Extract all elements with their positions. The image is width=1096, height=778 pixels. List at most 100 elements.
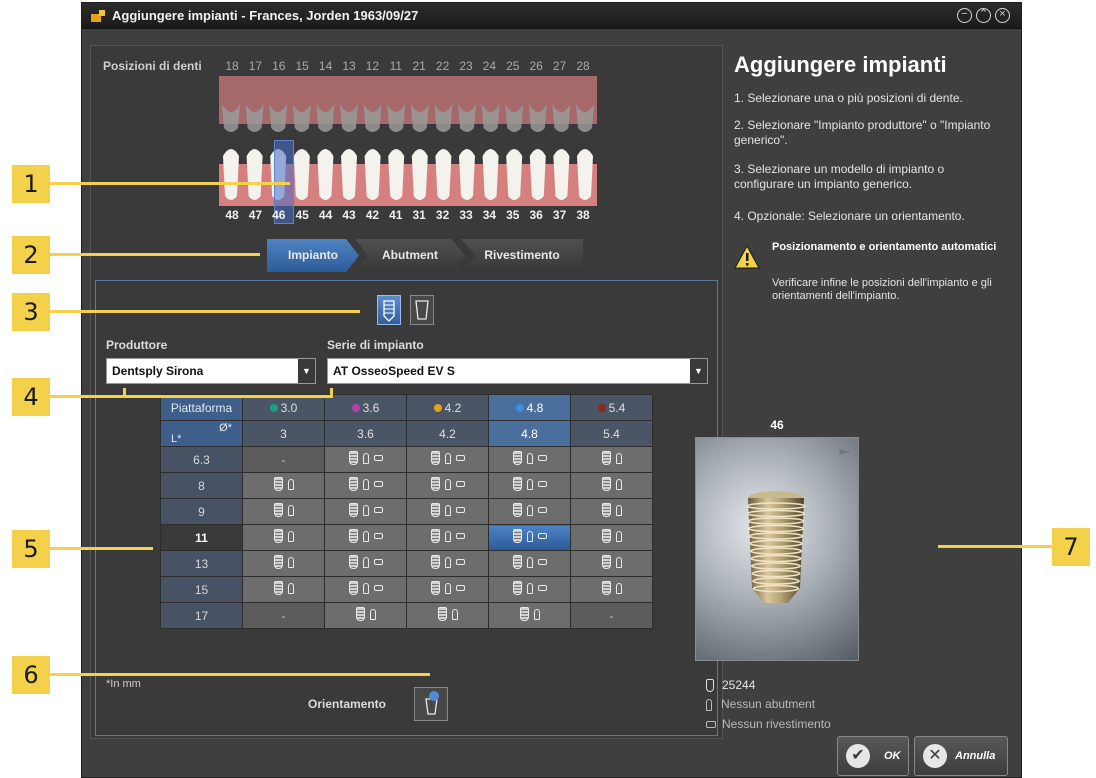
manufacturer-implant-button[interactable]	[377, 295, 401, 325]
implant-size-cell[interactable]	[488, 472, 571, 499]
implant-size-cell[interactable]	[488, 602, 571, 629]
lower-tooth[interactable]	[506, 149, 523, 200]
implant-size-cell[interactable]	[406, 576, 489, 603]
app-logo-icon	[91, 10, 105, 22]
tooth-number-48[interactable]: 48	[221, 208, 243, 222]
implant-icon	[348, 477, 358, 491]
implant-size-cell[interactable]	[570, 524, 653, 551]
tooth-number-34[interactable]: 34	[478, 208, 500, 222]
generic-implant-button[interactable]	[410, 295, 434, 325]
tooth-number-43[interactable]: 43	[338, 208, 360, 222]
lower-tooth[interactable]	[246, 149, 263, 200]
tooth-number-32[interactable]: 32	[432, 208, 454, 222]
window-title: Aggiungere impianti - Frances, Jorden 19…	[112, 8, 419, 23]
covering-icon	[373, 533, 383, 539]
length-cell: 15	[160, 576, 243, 603]
platform-3-0[interactable]: 3.0	[242, 394, 325, 421]
implant-size-cell[interactable]	[406, 446, 489, 473]
lower-tooth[interactable]	[293, 149, 310, 200]
lower-tooth[interactable]	[341, 149, 357, 200]
tab-rivestimento[interactable]: Rivestimento	[461, 239, 583, 272]
implant-size-cell[interactable]	[570, 498, 653, 525]
lower-tooth[interactable]	[577, 149, 593, 200]
lower-tooth[interactable]	[459, 149, 475, 200]
platform-3-6[interactable]: 3.6	[324, 394, 407, 421]
implant-size-cell[interactable]	[488, 524, 571, 551]
tooth-number-31[interactable]: 31	[408, 208, 430, 222]
implant-size-cell[interactable]	[488, 550, 571, 577]
implant-size-cell[interactable]	[324, 446, 407, 473]
chevron-down-icon[interactable]: ▼	[298, 359, 315, 383]
implant-icon	[348, 581, 358, 595]
tooth-number-41[interactable]: 41	[385, 208, 407, 222]
lower-tooth[interactable]	[529, 149, 546, 200]
tooth-number-45[interactable]: 45	[291, 208, 313, 222]
implant-size-cell[interactable]	[406, 472, 489, 499]
tab-abutment[interactable]: Abutment	[355, 239, 465, 272]
chevron-down-icon[interactable]: ▼	[690, 359, 707, 383]
implant-size-cell[interactable]	[570, 550, 653, 577]
implant-size-cell[interactable]	[324, 550, 407, 577]
tooth-number-47[interactable]: 47	[244, 208, 266, 222]
manufacturer-select[interactable]: Dentsply Sirona ▼	[106, 358, 316, 384]
implant-size-cell[interactable]	[324, 576, 407, 603]
tooth-number-33[interactable]: 33	[455, 208, 477, 222]
tooth-number-35[interactable]: 35	[502, 208, 524, 222]
implant-size-cell[interactable]	[242, 576, 325, 603]
implant-size-cell[interactable]	[488, 498, 571, 525]
ok-button[interactable]: ✔ OK	[837, 736, 909, 776]
implant-size-cell[interactable]	[406, 498, 489, 525]
tooth-number-44[interactable]: 44	[315, 208, 337, 222]
orientation-button[interactable]	[414, 687, 448, 721]
warning-icon	[734, 245, 760, 269]
implant-size-cell[interactable]	[570, 576, 653, 603]
implant-size-cell[interactable]	[242, 472, 325, 499]
tooth-number-46[interactable]: 46	[268, 208, 290, 222]
platform-5-4[interactable]: 5.4	[570, 394, 653, 421]
implant-size-cell[interactable]	[324, 602, 407, 629]
covering-icon	[537, 533, 547, 539]
lower-tooth[interactable]	[553, 149, 570, 200]
implant-series-select[interactable]: AT OsseoSpeed EV S ▼	[327, 358, 708, 384]
lower-tooth[interactable]	[317, 149, 334, 200]
implant-size-cell[interactable]	[488, 446, 571, 473]
tooth-number-42[interactable]: 42	[361, 208, 383, 222]
implant-size-cell[interactable]	[242, 498, 325, 525]
lower-tooth[interactable]	[364, 149, 381, 200]
implant-size-cell[interactable]	[242, 524, 325, 551]
implant-size-cell[interactable]	[406, 602, 489, 629]
tooth-number-36[interactable]: 36	[525, 208, 547, 222]
minimize-icon[interactable]: −	[957, 8, 972, 23]
tab-impianto[interactable]: Impianto	[267, 239, 359, 272]
implant-size-cell[interactable]	[570, 472, 653, 499]
maximize-icon[interactable]: ⌃	[976, 8, 991, 23]
implant-size-cell[interactable]	[570, 446, 653, 473]
implant-icon	[601, 451, 611, 465]
lower-tooth[interactable]	[482, 149, 499, 200]
platform-4-2[interactable]: 4.2	[406, 394, 489, 421]
lower-tooth[interactable]	[411, 149, 428, 200]
length-cell: 6.3	[160, 446, 243, 473]
add-implants-dialog: Aggiungere impianti - Frances, Jorden 19…	[81, 2, 1022, 778]
table-row: 6.3-	[160, 446, 653, 473]
implant-size-cell[interactable]	[324, 472, 407, 499]
implant-3d-preview[interactable]: ⇤	[695, 437, 859, 661]
abutment-icon	[526, 452, 533, 464]
implant-size-cell[interactable]	[406, 550, 489, 577]
implant-size-cell[interactable]	[242, 550, 325, 577]
lower-tooth[interactable]	[435, 149, 452, 200]
implant-size-cell[interactable]	[488, 576, 571, 603]
tooth-number-38[interactable]: 38	[572, 208, 594, 222]
implant-size-cell[interactable]	[406, 524, 489, 551]
implant-size-cell[interactable]	[324, 524, 407, 551]
cancel-button[interactable]: ✕ Annulla	[914, 736, 1008, 776]
lower-tooth[interactable]	[223, 149, 239, 200]
implant-size-cell: -	[242, 446, 325, 473]
platform-4-8[interactable]: 4.8	[488, 394, 571, 421]
implant-size-cell[interactable]	[324, 498, 407, 525]
lower-tooth[interactable]	[388, 149, 405, 200]
tooth-number-37[interactable]: 37	[549, 208, 571, 222]
close-icon[interactable]: ×	[995, 8, 1010, 23]
collapse-pin-icon[interactable]: ⇤	[839, 444, 850, 460]
implant-size-table: Piattaforma 3.0 3.6 4.2 4.8 5.4 L* Ø* 3 …	[160, 394, 653, 629]
